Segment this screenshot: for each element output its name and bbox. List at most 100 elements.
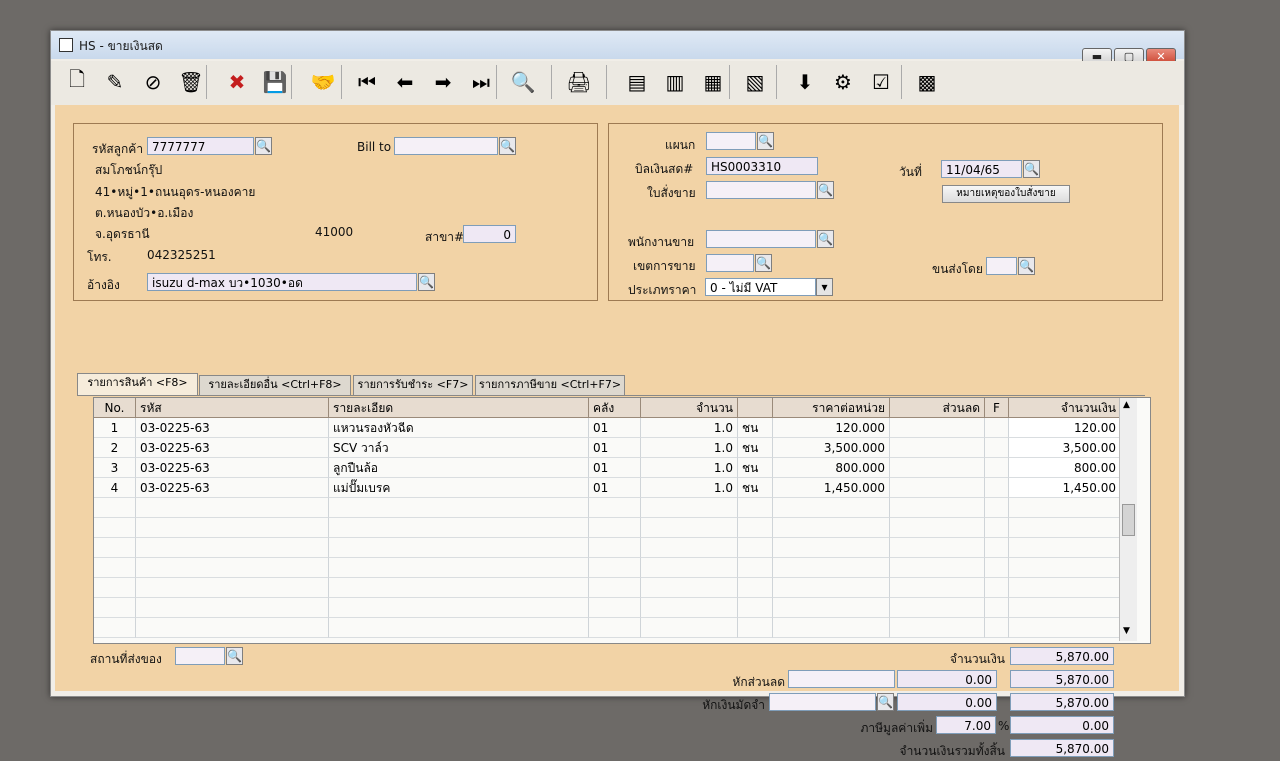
empty-cell[interactable]: [94, 538, 136, 558]
ship-place-field[interactable]: [175, 647, 225, 665]
column-header[interactable]: ราคาต่อหน่วย: [773, 398, 890, 418]
sales-area-search-icon[interactable]: 🔍: [755, 254, 772, 272]
ok-box-icon[interactable]: ☑: [865, 67, 897, 97]
table-cell[interactable]: 01: [589, 438, 641, 458]
find-icon[interactable]: 🔍: [507, 67, 539, 97]
table-cell[interactable]: 01: [589, 418, 641, 438]
table-cell[interactable]: [890, 458, 985, 478]
empty-cell[interactable]: [1009, 558, 1121, 578]
ok-tool-icon[interactable]: ⚙: [827, 67, 859, 97]
empty-cell[interactable]: [1009, 618, 1121, 638]
empty-cell[interactable]: [985, 558, 1009, 578]
deposit-search-icon[interactable]: 🔍: [877, 693, 894, 711]
report-icon[interactable]: ▧: [739, 67, 771, 97]
empty-cell[interactable]: [985, 598, 1009, 618]
empty-cell[interactable]: [94, 578, 136, 598]
new-doc-icon[interactable]: 🗋: [61, 67, 93, 97]
screen-icon-1[interactable]: ▤: [621, 67, 653, 97]
close-circle-icon[interactable]: ✖: [221, 67, 253, 97]
empty-cell[interactable]: [329, 618, 589, 638]
empty-cell[interactable]: [136, 538, 329, 558]
empty-cell[interactable]: [641, 558, 738, 578]
tab-sales-tax[interactable]: รายการภาษีขาย <Ctrl+F7>: [475, 375, 625, 395]
last-record-icon[interactable]: ⏭: [465, 67, 497, 97]
tab-payments[interactable]: รายการรับชำระ <F7>: [353, 375, 473, 395]
department-field[interactable]: [706, 132, 756, 150]
screen-icon-2[interactable]: ▥: [659, 67, 691, 97]
table-cell[interactable]: [890, 418, 985, 438]
empty-cell[interactable]: [329, 538, 589, 558]
empty-cell[interactable]: [641, 598, 738, 618]
next-record-icon[interactable]: ➡: [427, 67, 459, 97]
empty-cell[interactable]: [589, 618, 641, 638]
empty-cell[interactable]: [94, 558, 136, 578]
empty-cell[interactable]: [589, 518, 641, 538]
empty-cell[interactable]: [589, 558, 641, 578]
scroll-down-icon[interactable]: ▼: [1123, 626, 1130, 636]
empty-row[interactable]: [94, 578, 1121, 598]
salesman-field[interactable]: [706, 230, 816, 248]
table-cell[interactable]: 4: [94, 478, 136, 498]
cancel-doc-icon[interactable]: ⊘: [137, 67, 169, 97]
discount-text-field[interactable]: [788, 670, 895, 688]
empty-cell[interactable]: [641, 498, 738, 518]
empty-cell[interactable]: [773, 558, 890, 578]
empty-cell[interactable]: [136, 598, 329, 618]
empty-cell[interactable]: [641, 578, 738, 598]
empty-cell[interactable]: [985, 498, 1009, 518]
reference-search-icon[interactable]: 🔍: [418, 273, 435, 291]
empty-row[interactable]: [94, 518, 1121, 538]
empty-cell[interactable]: [985, 618, 1009, 638]
column-header[interactable]: จำนวน: [641, 398, 738, 418]
empty-cell[interactable]: [890, 598, 985, 618]
column-header[interactable]: รหัส: [136, 398, 329, 418]
table-row[interactable]: 2 03-0225-63 SCV วาล์ว 01 1.0 ชน 3,500.000 3,50…: [94, 438, 1121, 458]
calendar-icon[interactable]: 🔍: [1023, 160, 1040, 178]
empty-cell[interactable]: [738, 498, 773, 518]
sales-area-field[interactable]: [706, 254, 754, 272]
empty-cell[interactable]: [890, 578, 985, 598]
empty-cell[interactable]: [738, 618, 773, 638]
empty-cell[interactable]: [773, 618, 890, 638]
empty-cell[interactable]: [329, 518, 589, 538]
empty-cell[interactable]: [985, 518, 1009, 538]
empty-row[interactable]: [94, 558, 1121, 578]
ship-by-search-icon[interactable]: 🔍: [1018, 257, 1035, 275]
handshake-icon[interactable]: 🤝: [307, 67, 339, 97]
empty-cell[interactable]: [738, 538, 773, 558]
empty-cell[interactable]: [329, 558, 589, 578]
empty-cell[interactable]: [890, 618, 985, 638]
billto-search-icon[interactable]: 🔍: [499, 137, 516, 155]
empty-cell[interactable]: [773, 578, 890, 598]
table-cell[interactable]: ชน: [738, 478, 773, 498]
table-cell[interactable]: 03-0225-63: [136, 438, 329, 458]
prev-record-icon[interactable]: ⬅: [389, 67, 421, 97]
empty-cell[interactable]: [1009, 518, 1121, 538]
edit-icon[interactable]: ✎: [99, 67, 131, 97]
empty-row[interactable]: [94, 498, 1121, 518]
branch-field[interactable]: 0: [463, 225, 516, 243]
empty-cell[interactable]: [1009, 498, 1121, 518]
empty-cell[interactable]: [641, 618, 738, 638]
empty-cell[interactable]: [890, 558, 985, 578]
salesman-search-icon[interactable]: 🔍: [817, 230, 834, 248]
table-cell[interactable]: 2: [94, 438, 136, 458]
table-cell[interactable]: 1.0: [641, 438, 738, 458]
table-cell[interactable]: 1.0: [641, 478, 738, 498]
table-cell[interactable]: 120.000: [773, 418, 890, 438]
table-cell[interactable]: แหวนรองหัวฉีด: [329, 418, 589, 438]
empty-cell[interactable]: [136, 518, 329, 538]
table-cell[interactable]: [985, 458, 1009, 478]
table-cell[interactable]: 1,450.000: [773, 478, 890, 498]
customer-search-icon[interactable]: 🔍: [255, 137, 272, 155]
empty-cell[interactable]: [94, 618, 136, 638]
column-header[interactable]: รายละเอียด: [329, 398, 589, 418]
table-cell[interactable]: 03-0225-63: [136, 418, 329, 438]
table-cell[interactable]: 01: [589, 478, 641, 498]
empty-cell[interactable]: [985, 578, 1009, 598]
table-cell[interactable]: 3,500.000: [773, 438, 890, 458]
column-header[interactable]: จำนวนเงิน: [1009, 398, 1121, 418]
empty-cell[interactable]: [329, 578, 589, 598]
chevron-down-icon[interactable]: ▾: [816, 278, 833, 296]
table-cell[interactable]: 03-0225-63: [136, 458, 329, 478]
